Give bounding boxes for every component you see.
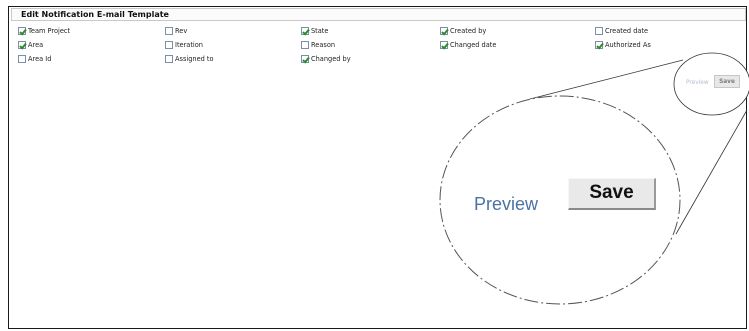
field-label: Created by — [450, 27, 487, 35]
checkbox-icon[interactable] — [595, 27, 603, 35]
field-label: Authorized As — [605, 41, 651, 49]
field-label: Changed by — [311, 55, 351, 63]
checkbox-icon[interactable] — [595, 41, 603, 49]
field-label: Reason — [311, 41, 336, 49]
checkbox-icon[interactable] — [440, 27, 448, 35]
checkbox-icon[interactable] — [301, 55, 309, 63]
field-label: Rev — [175, 27, 188, 35]
panel-title: Edit Notification E-mail Template — [21, 10, 169, 19]
preview-link-small[interactable]: Preview — [686, 80, 709, 86]
checkbox-icon[interactable] — [301, 27, 309, 35]
field-label: Assigned to — [175, 55, 214, 63]
checkbox-icon[interactable] — [18, 41, 26, 49]
checkbox-icon[interactable] — [440, 41, 448, 49]
save-button[interactable]: Save — [568, 178, 656, 210]
checkbox-icon[interactable] — [18, 27, 26, 35]
field-label: Created date — [605, 27, 649, 35]
checkbox-icon[interactable] — [165, 55, 173, 63]
field-label: Iteration — [175, 41, 203, 49]
checkbox-icon[interactable] — [165, 27, 173, 35]
field-label: Area — [28, 41, 44, 49]
field-label: Team Project — [28, 27, 71, 35]
panel-header: Edit Notification E-mail Template — [11, 8, 746, 21]
field-label: Area Id — [28, 55, 52, 63]
checkbox-icon[interactable] — [18, 55, 26, 63]
template-panel — [8, 6, 747, 329]
field-label: Changed date — [450, 41, 497, 49]
checkbox-icon[interactable] — [301, 41, 309, 49]
checkbox-icon[interactable] — [165, 41, 173, 49]
save-button-small[interactable]: Save — [714, 75, 740, 88]
field-label: State — [311, 27, 329, 35]
preview-link[interactable]: Preview — [474, 194, 538, 215]
